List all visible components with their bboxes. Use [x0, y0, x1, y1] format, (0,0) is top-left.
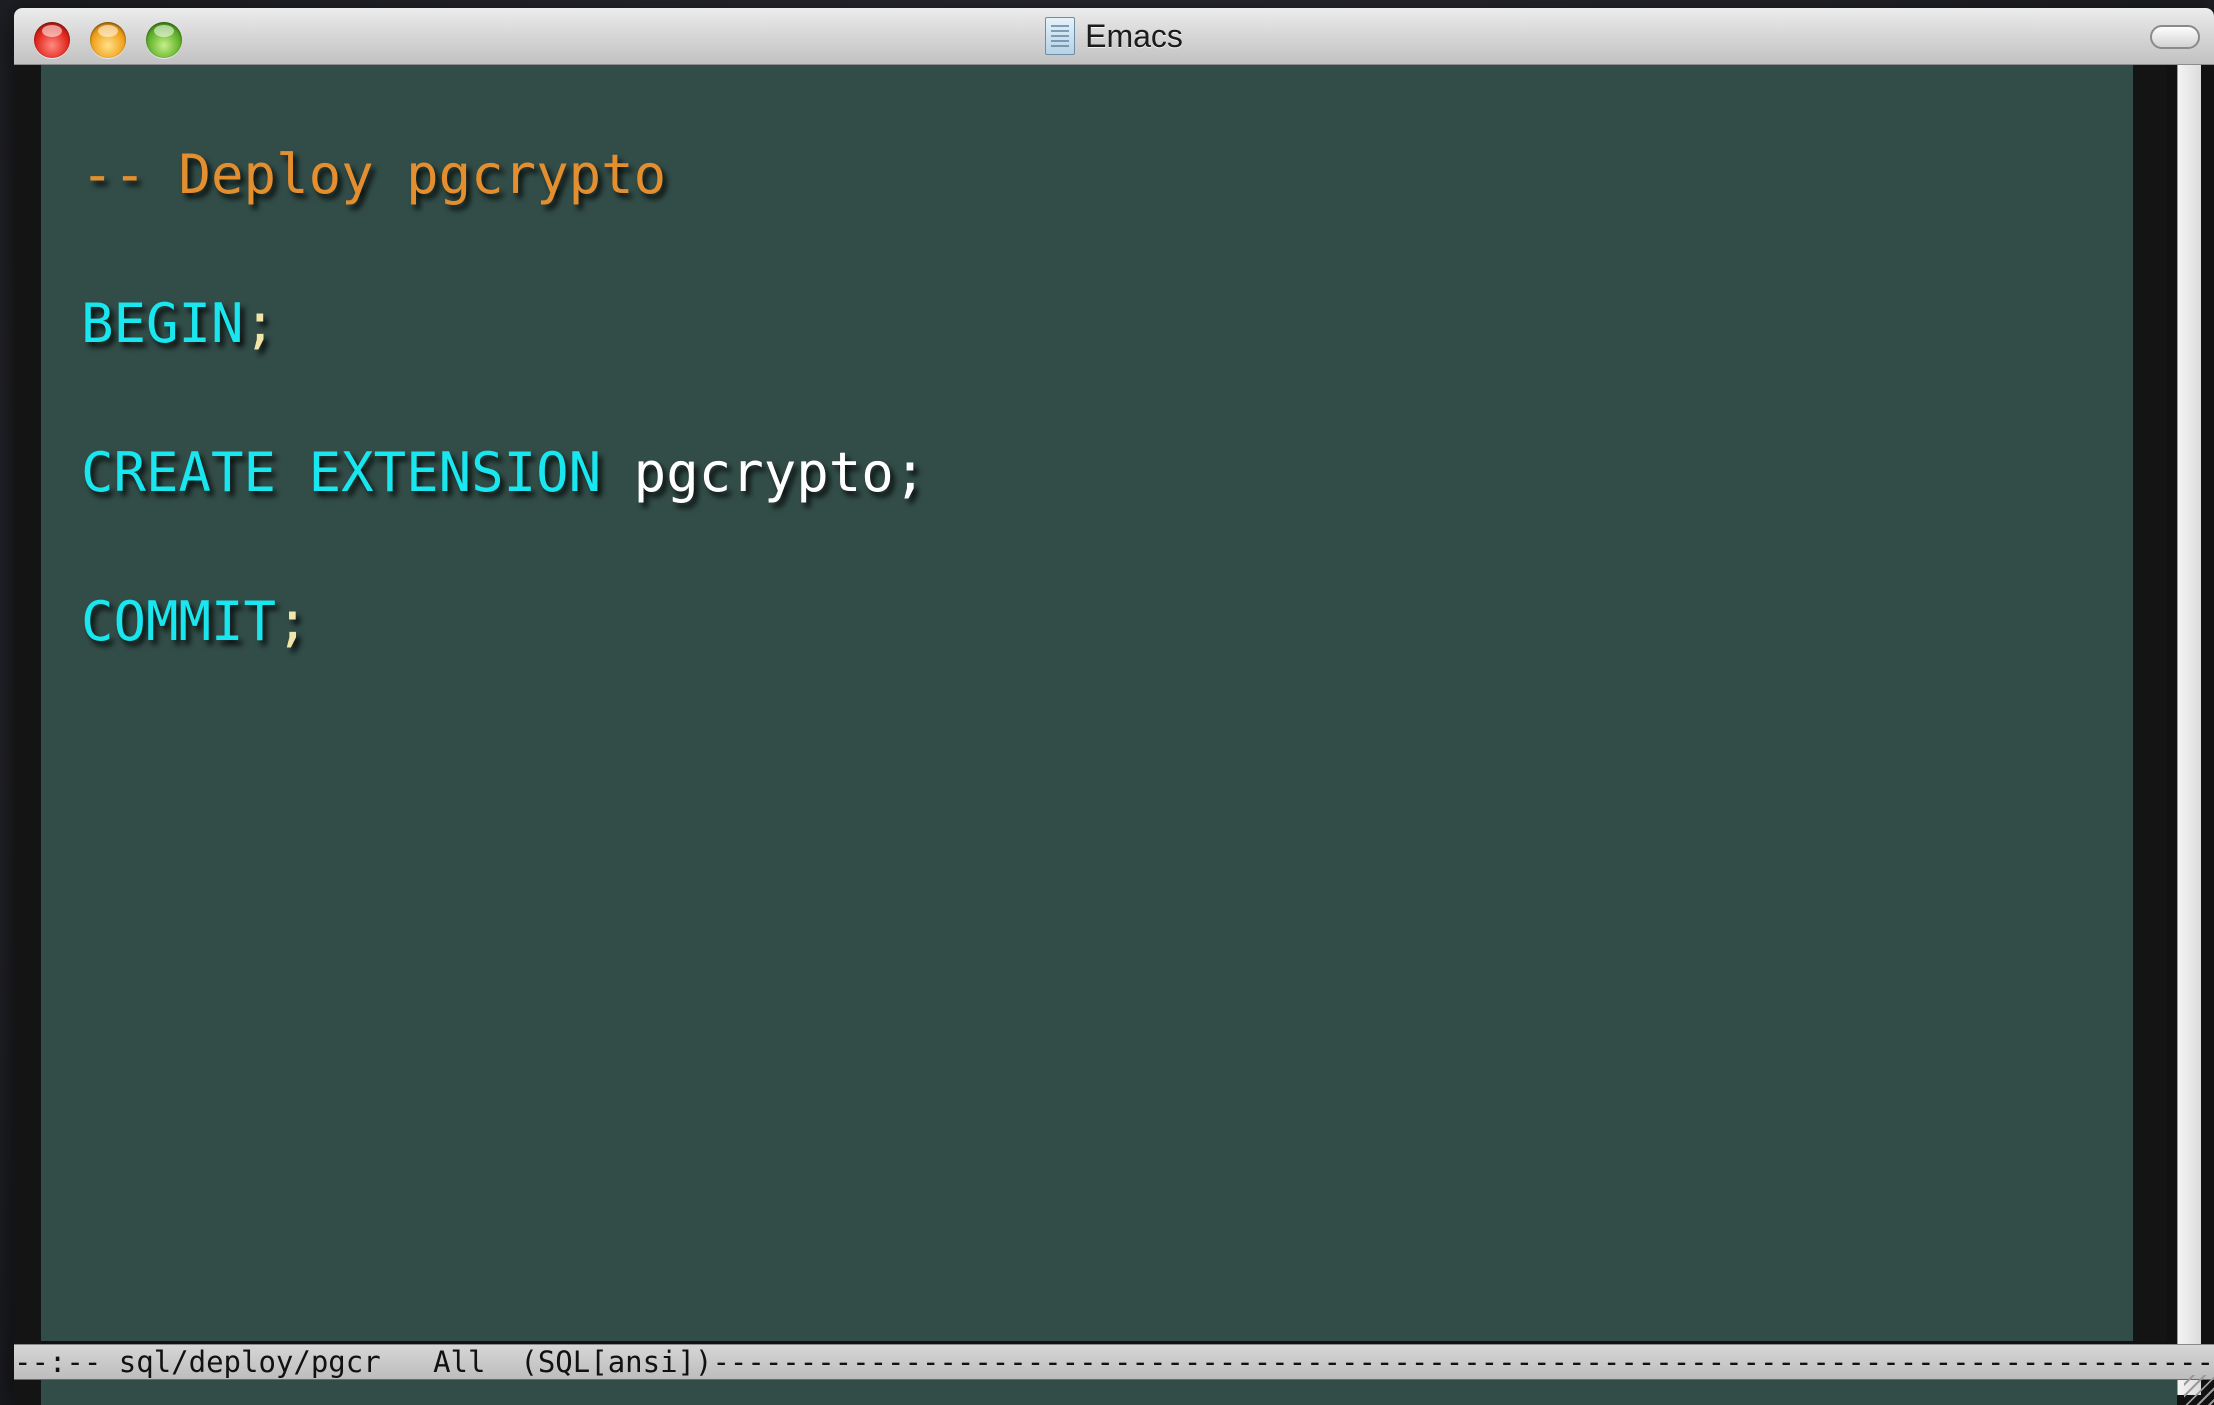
- code-token-punct: ;: [243, 292, 277, 355]
- minibuffer[interactable]: [41, 1380, 2177, 1405]
- title-bar[interactable]: Emacs: [14, 8, 2214, 65]
- code-line[interactable]: -- Deploy pgcrypto: [81, 100, 926, 249]
- mode-line: --:-- sql/deploy/pgcr All (SQL[ansi])---…: [14, 1344, 2214, 1380]
- code-token-keyword: BEGIN: [81, 292, 244, 355]
- emacs-frame: -- Deploy pgcrypto BEGIN; CREATE EXTENSION…: [14, 65, 2214, 1405]
- modeline-position: All: [433, 1345, 486, 1379]
- code-token-keyword: CREATE EXTENSION: [81, 441, 602, 504]
- code-line[interactable]: BEGIN;: [81, 249, 926, 398]
- code-token-comment: -- Deploy pgcrypto: [81, 143, 667, 206]
- resize-grip-icon[interactable]: [2184, 1375, 2214, 1405]
- code-area[interactable]: -- Deploy pgcrypto BEGIN; CREATE EXTENSION…: [81, 100, 926, 696]
- modeline-status: --:--: [14, 1345, 102, 1379]
- window-title-group: Emacs: [14, 8, 2214, 64]
- code-token-punct: ;: [276, 590, 309, 653]
- modeline-filler: ----------------------------------------…: [712, 1345, 2214, 1379]
- window-title: Emacs: [1085, 17, 1183, 54]
- right-fringe: [2133, 65, 2167, 1341]
- code-line[interactable]: COMMIT;: [81, 547, 926, 696]
- left-fringe: [14, 65, 41, 1405]
- code-token-keyword: COMMIT: [81, 590, 277, 653]
- toolbar-toggle-button[interactable]: [2150, 25, 2200, 49]
- document-icon: [1045, 17, 1076, 55]
- code-line[interactable]: CREATE EXTENSION pgcrypto;: [81, 398, 926, 547]
- vertical-scrollbar[interactable]: [2177, 65, 2201, 1395]
- editor-buffer[interactable]: -- Deploy pgcrypto BEGIN; CREATE EXTENSION…: [41, 65, 2133, 1341]
- modeline-buffer-name[interactable]: sql/deploy/pgcr: [119, 1345, 381, 1379]
- code-token-plain: pgcrypto;: [601, 441, 927, 504]
- emacs-window[interactable]: Emacs -- Deploy pgcrypto BEGIN; CREATE EXT…: [14, 8, 2214, 1405]
- modeline-mode[interactable]: (SQL[ansi]): [520, 1345, 712, 1379]
